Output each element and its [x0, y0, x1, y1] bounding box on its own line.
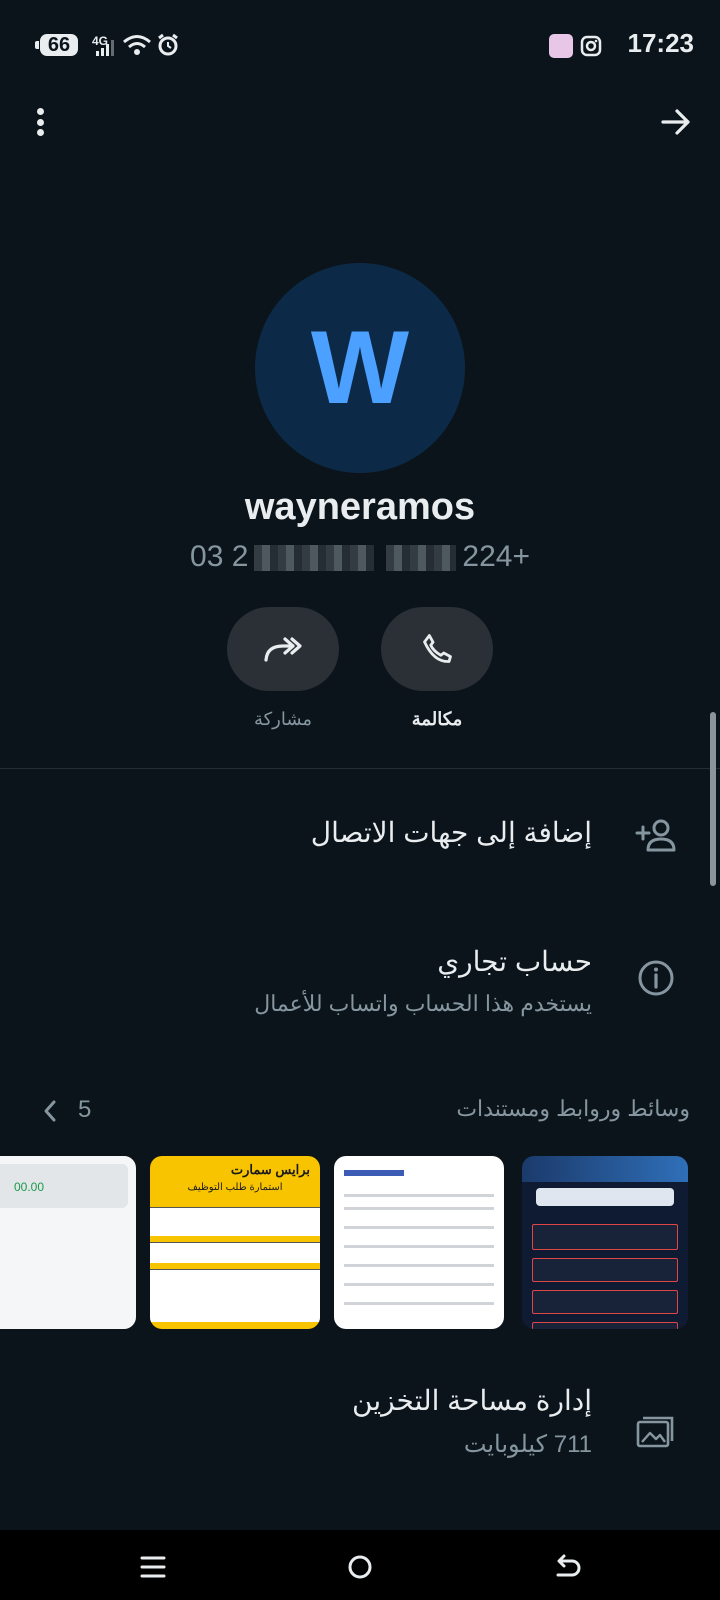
- media-links-docs-title[interactable]: وسائط وروابط ومستندات: [456, 1096, 690, 1122]
- share-icon: [264, 637, 302, 662]
- media-thumbnail-form[interactable]: برايس سمارت استمارة طلب التوظيف: [150, 1156, 320, 1329]
- phone-icon: [423, 634, 452, 663]
- form-title: برايس سمارت: [230, 1162, 310, 1177]
- add-person-icon: [635, 819, 676, 852]
- phone-number: 03 2 224+: [0, 540, 720, 574]
- manage-storage-title: إدارة مساحة التخزين: [352, 1385, 592, 1416]
- avatar[interactable]: W: [255, 263, 465, 473]
- media-thumbnail-login[interactable]: [522, 1156, 688, 1329]
- home-icon[interactable]: [345, 1552, 375, 1582]
- phone-redaction: [386, 545, 457, 572]
- media-thumbnail-receipt[interactable]: 00.00: [0, 1156, 136, 1329]
- back-icon[interactable]: [552, 1552, 582, 1582]
- battery-indicator: 66: [35, 34, 78, 56]
- alarm-icon: [158, 33, 178, 56]
- phone-redaction: [254, 545, 375, 572]
- calendar-app-icon: [549, 34, 573, 58]
- storage-icon: [636, 1416, 674, 1448]
- call-button[interactable]: مكالمة: [381, 607, 493, 730]
- instagram-icon: [580, 35, 602, 57]
- manage-storage-row[interactable]: إدارة مساحة التخزين 711 كيلوبايت: [0, 1372, 720, 1482]
- wifi-icon: [123, 35, 151, 55]
- chevron-left-icon[interactable]: [40, 1098, 60, 1124]
- back-arrow-icon[interactable]: [658, 104, 694, 140]
- business-account-row[interactable]: حساب تجاري يستخدم هذا الحساب واتساب للأع…: [0, 925, 720, 1025]
- media-count[interactable]: 5: [78, 1096, 91, 1124]
- clock: 17:23: [627, 28, 695, 58]
- divider: [0, 768, 720, 769]
- call-label: مكالمة: [411, 709, 463, 729]
- business-account-subtitle: يستخدم هذا الحساب واتساب للأعمال: [254, 991, 592, 1016]
- contact-name: wayneramos: [244, 486, 476, 528]
- share-label: مشاركة: [253, 709, 313, 729]
- info-icon: [638, 960, 674, 996]
- more-options-icon[interactable]: [26, 104, 54, 140]
- media-thumbnail-details[interactable]: [334, 1156, 504, 1329]
- add-to-contacts-row[interactable]: إضافة إلى جهات الاتصال: [0, 790, 720, 886]
- status-bar: 66 4G 17:23: [0, 0, 720, 90]
- recents-menu-icon[interactable]: [138, 1552, 168, 1582]
- receipt-amount: 00.00: [14, 1180, 45, 1194]
- signal-icon: [96, 40, 114, 56]
- avatar-initial: W: [310, 309, 410, 426]
- phone-end: 224+: [462, 540, 530, 573]
- storage-size: 711 كيلوبايت: [463, 1431, 592, 1458]
- form-subtitle: استمارة طلب التوظيف: [187, 1182, 283, 1193]
- add-to-contacts-label: إضافة إلى جهات الاتصال: [310, 817, 592, 848]
- share-button[interactable]: مشاركة: [227, 607, 339, 730]
- phone-start: 03 2: [190, 540, 249, 573]
- business-account-title: حساب تجاري: [437, 946, 592, 977]
